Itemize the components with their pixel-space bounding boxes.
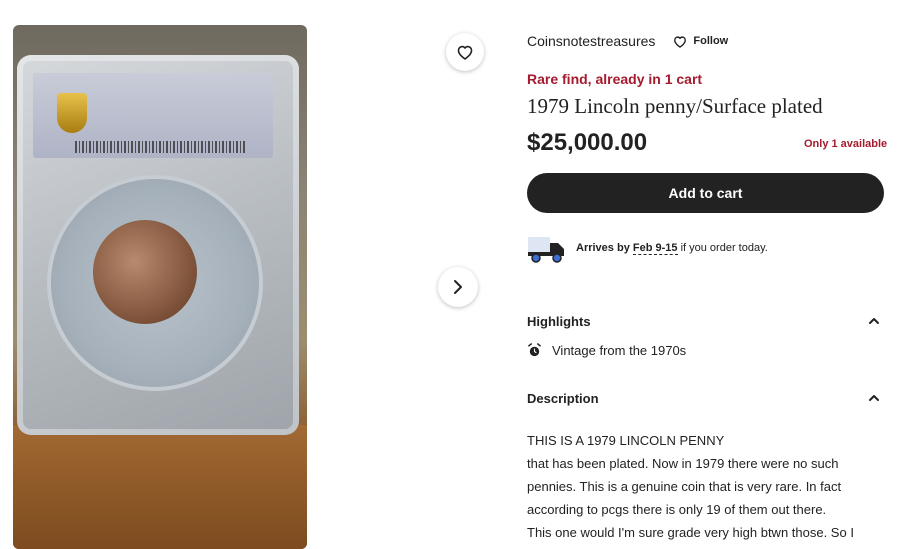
description-line: This one would I'm sure grade very high … — [527, 525, 854, 540]
description-body: THIS IS A 1979 LINCOLN PENNY that has be… — [527, 429, 887, 544]
pcgs-badge — [57, 93, 87, 133]
description-line: THIS IS A 1979 LINCOLN PENNY — [527, 433, 725, 448]
delivery-truck-icon — [528, 237, 564, 263]
description-toggle[interactable]: Description — [527, 388, 884, 408]
heart-outline-icon — [674, 35, 687, 48]
arrives-prefix: Arrives by — [576, 242, 630, 254]
highlights-toggle[interactable]: Highlights — [527, 311, 884, 331]
chevron-up-icon — [869, 318, 879, 324]
shop-row: Coinsnotestreasures Follow — [527, 32, 728, 50]
add-to-cart-button[interactable]: Add to cart — [527, 173, 884, 213]
follow-button[interactable]: Follow — [673, 35, 728, 48]
urgency-message: Rare find, already in 1 cart — [527, 71, 703, 87]
description-heading: Description — [527, 390, 599, 406]
product-image[interactable] — [13, 25, 307, 549]
holder-barcode — [75, 141, 245, 153]
favorite-button[interactable] — [446, 33, 484, 71]
listing-price: $25,000.00 — [527, 129, 648, 156]
alarm-clock-icon — [528, 343, 541, 357]
availability-text: Only 1 available — [804, 138, 888, 150]
highlight-item: Vintage from the 1970s — [527, 343, 686, 358]
shipping-text: Arrives by Feb 9-15 if you order today. — [576, 242, 768, 255]
shipping-suffix: if you order today. — [680, 242, 768, 254]
next-image-button[interactable] — [438, 267, 478, 307]
highlights-heading: Highlights — [527, 313, 591, 329]
follow-label: Follow — [693, 35, 729, 47]
penny-coin — [93, 220, 197, 324]
chevron-right-icon — [454, 280, 462, 294]
description-line: that has been plated. Now in 1979 there … — [527, 456, 839, 471]
highlight-label: Vintage from the 1970s — [552, 343, 687, 358]
chevron-up-icon — [869, 395, 879, 401]
photo-background — [13, 425, 307, 549]
shop-name-link[interactable]: Coinsnotestreasures — [527, 33, 655, 49]
description-line: pennies. This is a genuine coin that is … — [527, 479, 842, 494]
description-line: according to pcgs there is only 19 of th… — [527, 502, 827, 517]
shipping-estimate: Arrives by Feb 9-15 if you order today. — [527, 232, 768, 264]
listing-title: 1979 Lincoln penny/Surface plated — [527, 94, 823, 118]
delivery-dates[interactable]: Feb 9-15 — [632, 242, 678, 255]
heart-outline-icon — [457, 45, 473, 60]
